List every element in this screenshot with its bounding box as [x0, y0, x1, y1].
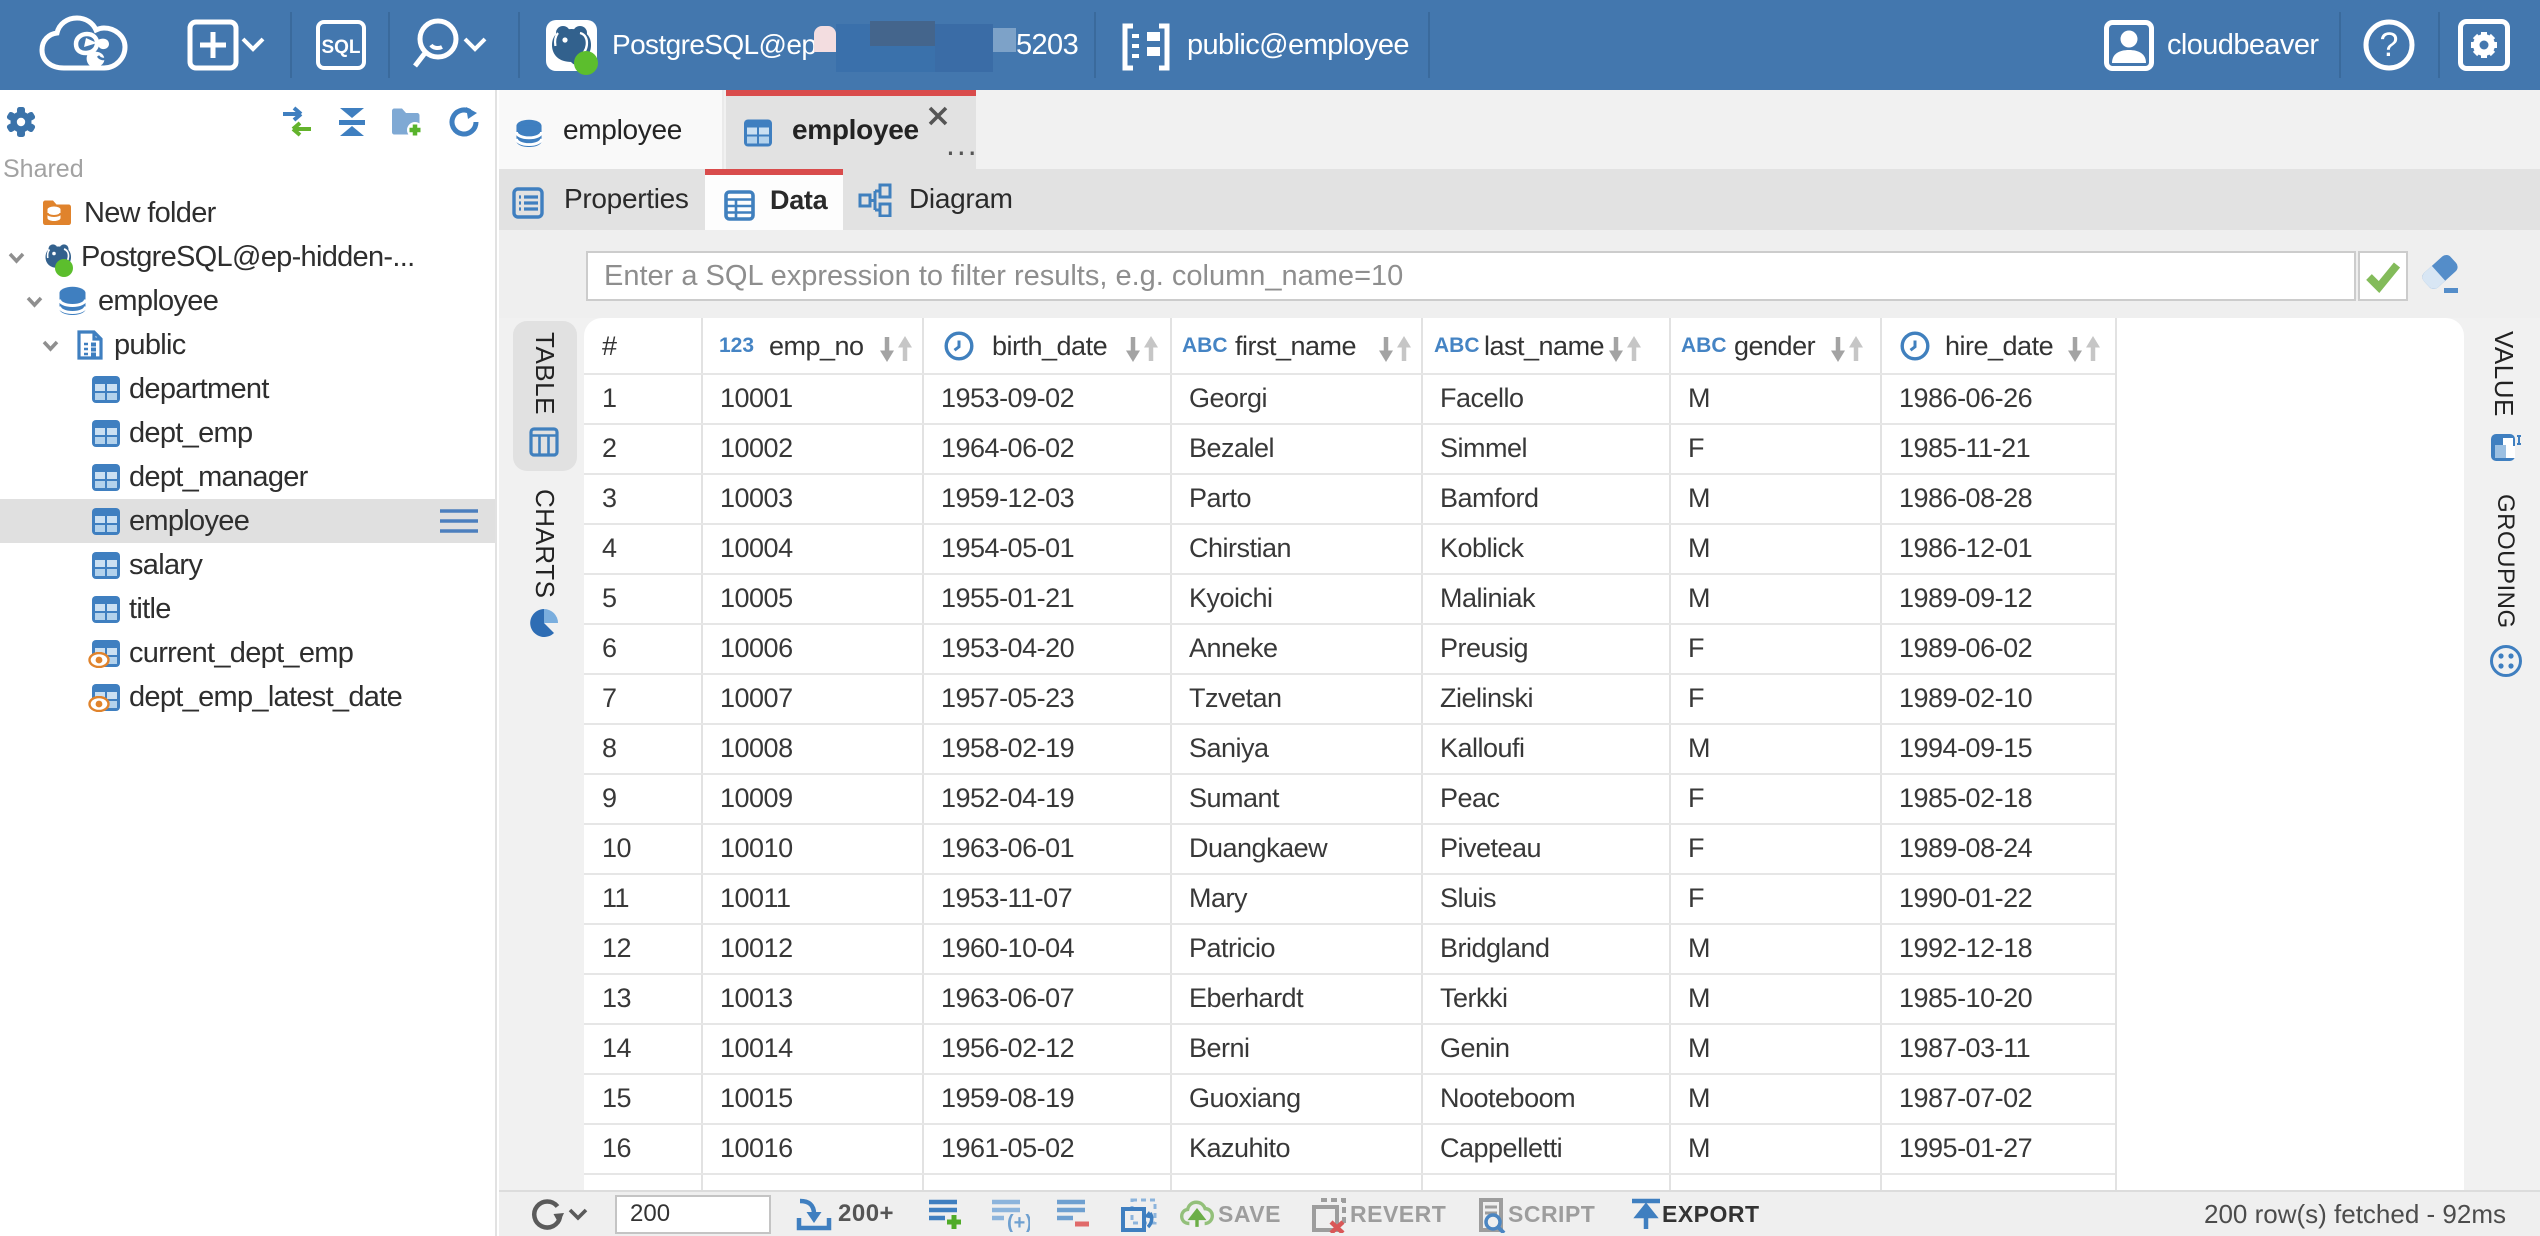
svg-text:(+): (+): [1007, 1212, 1030, 1232]
svg-text:?: ?: [2380, 26, 2399, 64]
svg-text:SQL: SQL: [321, 37, 360, 58]
